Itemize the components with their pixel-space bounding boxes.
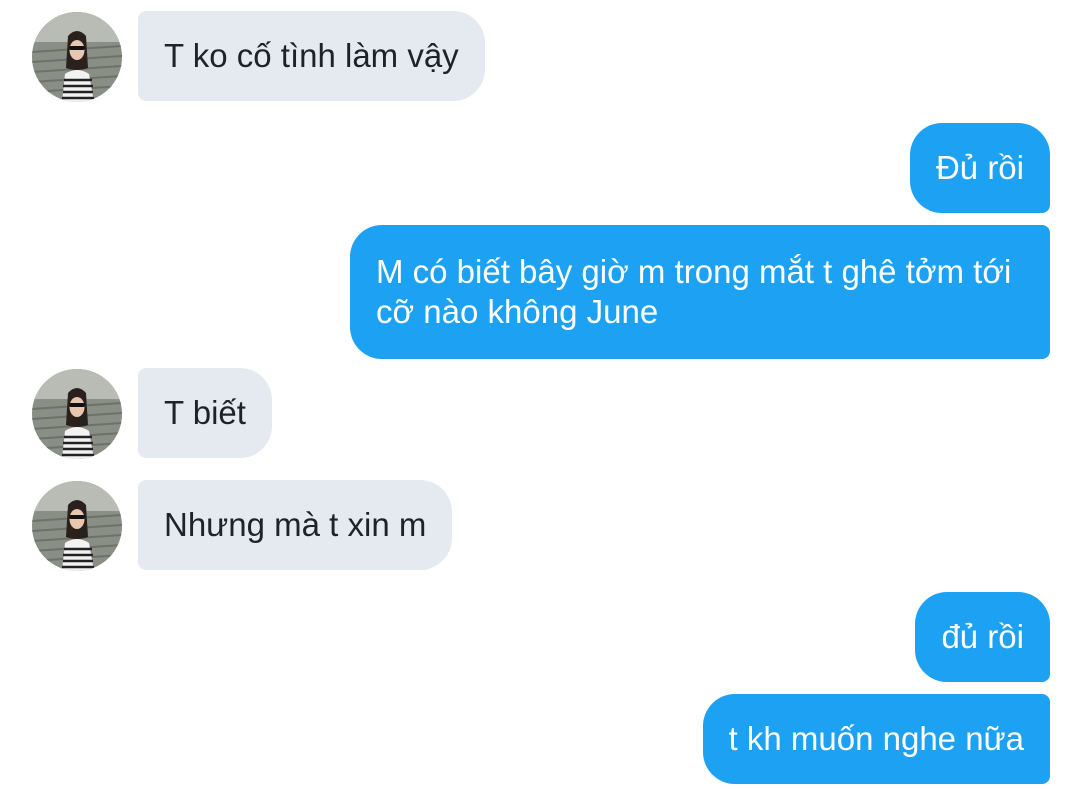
avatar-image [32, 481, 122, 571]
message-text: đủ rồi [941, 618, 1024, 655]
avatar[interactable] [32, 369, 122, 459]
message-bubble-outgoing[interactable]: Đủ rồi [909, 123, 1050, 213]
message-text: T ko cố tình làm vậy [164, 37, 459, 74]
message-bubble-outgoing[interactable]: M có biết bây giờ m trong mắt t ghê tởm … [350, 225, 1050, 359]
message-text: Nhưng mà t xin m [164, 506, 427, 543]
message-text: T biết [164, 394, 246, 431]
message-bubble-incoming[interactable]: Nhưng mà t xin m [138, 480, 453, 570]
avatar[interactable] [32, 12, 122, 102]
message-bubble-incoming[interactable]: T ko cố tình làm vậy [138, 11, 485, 101]
message-bubble-outgoing[interactable]: đủ rồi [915, 592, 1050, 682]
message-bubble-incoming[interactable]: T biết [138, 368, 272, 458]
avatar-image [32, 12, 122, 102]
avatar-image [32, 369, 122, 459]
message-bubble-outgoing[interactable]: t kh muốn nghe nữa [702, 694, 1050, 784]
avatar[interactable] [32, 481, 122, 571]
message-text: Đủ rồi [935, 149, 1024, 186]
message-text: M có biết bây giờ m trong mắt t ghê tởm … [376, 253, 1012, 330]
message-text: t kh muốn nghe nữa [728, 720, 1024, 757]
